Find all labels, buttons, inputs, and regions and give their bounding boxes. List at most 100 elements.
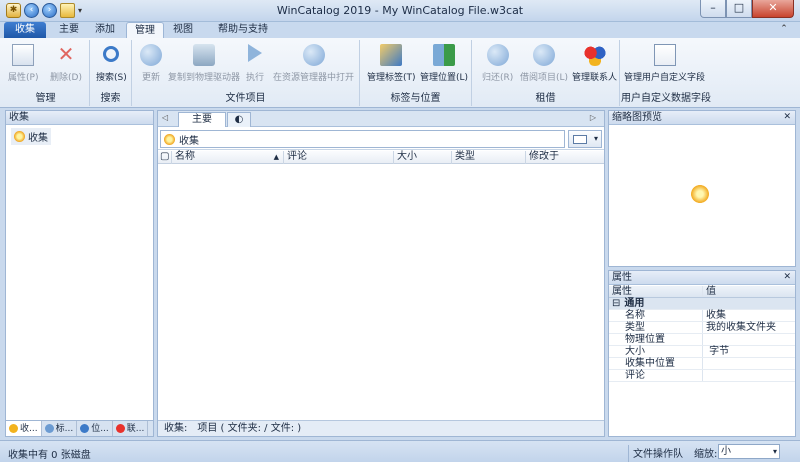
tags-icon	[380, 44, 403, 66]
tab-collection-small[interactable]: 收...	[6, 421, 42, 436]
properties-category-general[interactable]: ⊟ 通用	[609, 298, 795, 310]
ribbon-options-icon[interactable]: ⌃	[778, 24, 790, 36]
property-row[interactable]: 类型 我的收集文件夹	[609, 322, 795, 334]
minimize-button[interactable]: –	[700, 0, 726, 18]
tab-main[interactable]: 主要	[52, 22, 86, 38]
manage-custom-fields-button[interactable]: 管理用户自定义字段	[624, 44, 705, 83]
borrowed-items-button[interactable]: 借阅项目(L)	[520, 44, 568, 83]
type-icon-column[interactable]: ▢	[158, 151, 172, 164]
column-comment[interactable]: 评论	[284, 151, 394, 164]
collection-panel-header: 收集	[6, 111, 153, 125]
property-row[interactable]: 评论	[609, 370, 795, 382]
contacts-icon	[583, 44, 606, 66]
status-bar: 收集中有 0 张磁盘 文件操作队列 缩放: 小 ▾	[0, 440, 800, 462]
properties-button[interactable]: 属性(P)	[8, 44, 38, 83]
column-modified[interactable]: 修改于	[526, 151, 604, 164]
return-button[interactable]: 归还(R)	[482, 44, 513, 83]
file-list-status: 收集: 项目 ( 文件夹: / 文件: )	[158, 420, 604, 436]
update-icon	[140, 44, 162, 66]
delete-button[interactable]: ✕ 删除(D)	[50, 44, 82, 83]
left-panel-tabs: 收... 标... 位... 联...	[6, 420, 153, 436]
collection-star-icon	[9, 424, 18, 433]
manage-contacts-button[interactable]: 管理联系人	[572, 44, 617, 83]
tab-manage[interactable]: 管理	[126, 22, 164, 38]
new-tab-icon[interactable]: ◐	[227, 112, 251, 127]
tab-tags-small[interactable]: 标...	[42, 421, 78, 436]
play-icon	[248, 44, 262, 62]
disk-count-status: 收集中有 0 张磁盘	[8, 450, 91, 461]
manage-locations-button[interactable]: 管理位置(L)	[420, 44, 468, 83]
ribbon: 属性(P) ✕ 删除(D) 管理 搜索(S) 搜索 更新 复制到物理驱动器 执行	[0, 38, 800, 108]
search-icon	[103, 46, 120, 62]
property-row[interactable]: 收集中位置	[609, 358, 795, 370]
group-custom-fields: 管理用户自定义字段 用户自定义数据字段	[620, 40, 712, 106]
collection-star-icon	[14, 131, 25, 142]
maximize-button[interactable]: □	[726, 0, 752, 18]
property-row[interactable]: 大小 字节	[609, 346, 795, 358]
properties-grid: 属性 值 ⊟ 通用 名称 收集 类型 我的收集文件夹 物理位置 大小 字节 收集中…	[609, 286, 795, 382]
return-icon	[486, 44, 509, 66]
column-name[interactable]: 名称 ▲	[172, 151, 284, 164]
tab-main-view[interactable]: 主要	[178, 112, 226, 127]
tab-collection[interactable]: 收集	[4, 22, 46, 38]
group-search-label: 搜索	[100, 93, 121, 104]
window-title: WinCatalog 2019 - My WinCatalog File.w3c…	[276, 4, 524, 17]
collection-star-icon	[691, 185, 709, 203]
tab-contacts-small[interactable]: 联...	[113, 421, 149, 436]
document-tabs: ◁ 主要 ◐ ▷	[158, 111, 604, 127]
group-rental-label: 租借	[535, 93, 556, 104]
open-in-explorer-button[interactable]: 在资源管理器中打开	[273, 44, 354, 83]
tab-help[interactable]: 帮助与支持	[204, 22, 282, 38]
close-thumbnail-panel-icon[interactable]: ✕	[783, 111, 791, 124]
chevron-down-icon: ▾	[772, 447, 777, 456]
search-button[interactable]: 搜索(S)	[96, 44, 127, 83]
collection-panel: 收集 收集 收... 标... 位... 联...	[5, 110, 154, 437]
thumbnail-panel-header: 缩略图预览 ✕	[609, 111, 795, 125]
title-bar: ✱ ‹ › ▾ WinCatalog 2019 - My WinCatalog …	[0, 0, 800, 22]
collection-star-icon	[164, 133, 175, 145]
borrowed-items-icon	[533, 44, 556, 66]
group-manage-label: 管理	[35, 93, 56, 104]
file-list-panel: ◁ 主要 ◐ ▷ 收集 ▾ ▢ 名称 ▲ 评论 大小 类型 修改于 收集: 项目…	[157, 110, 605, 437]
copy-to-drive-button[interactable]: 复制到物理驱动器	[168, 44, 240, 83]
group-rental: 归还(R) 借阅项目(L) 管理联系人 租借	[472, 40, 620, 106]
tab-add[interactable]: 添加	[88, 22, 122, 38]
manage-tags-button[interactable]: 管理标签(T)	[367, 44, 416, 83]
properties-panel: 属性 ✕ 属性 值 ⊟ 通用 名称 收集 类型 我的收集文件夹 物理位置 大小 字…	[608, 270, 796, 437]
property-row[interactable]: 名称 收集	[609, 310, 795, 322]
view-mode-button[interactable]: ▾	[568, 130, 602, 148]
drive-icon	[193, 44, 215, 66]
address-field[interactable]: 收集	[160, 130, 565, 148]
group-file-items-label: 文件项目	[225, 93, 266, 104]
tab-view[interactable]: 视图	[166, 22, 200, 38]
tab-scroll-left-icon[interactable]: ◁	[162, 113, 168, 122]
update-button[interactable]: 更新	[140, 44, 162, 83]
collapse-icon[interactable]: ⊟	[612, 298, 620, 309]
view-mode-icon	[573, 135, 587, 144]
address-bar: 收集 ▾	[158, 128, 604, 150]
custom-fields-icon	[653, 44, 676, 66]
properties-grid-header: 属性 值	[609, 286, 795, 298]
delete-icon: ✕	[57, 42, 75, 66]
close-properties-panel-icon[interactable]: ✕	[783, 271, 791, 284]
tree-item-collection[interactable]: 收集	[11, 128, 51, 145]
file-operation-queue-button[interactable]: 文件操作队列	[628, 445, 688, 462]
group-search: 搜索(S) 搜索	[90, 40, 132, 106]
zoom-select[interactable]: 小 ▾	[718, 444, 780, 459]
explorer-search-icon	[302, 44, 325, 66]
column-size[interactable]: 大小	[394, 151, 452, 164]
column-type[interactable]: 类型	[452, 151, 526, 164]
tab-locations-small[interactable]: 位...	[77, 421, 113, 436]
group-tags-locations-label: 标签与位置	[390, 93, 441, 104]
execute-button[interactable]: 执行	[246, 44, 264, 83]
zoom-label: 缩放:	[694, 449, 718, 460]
tab-scroll-right-icon[interactable]: ▷	[590, 113, 596, 122]
group-custom-fields-label: 用户自定义数据字段	[621, 93, 711, 104]
column-headers: ▢ 名称 ▲ 评论 大小 类型 修改于	[158, 151, 604, 164]
group-tags-locations: 管理标签(T) 管理位置(L) 标签与位置	[360, 40, 472, 106]
property-row[interactable]: 物理位置	[609, 334, 795, 346]
properties-panel-header: 属性 ✕	[609, 271, 795, 285]
contacts-icon	[115, 424, 125, 433]
close-button[interactable]: ✕	[752, 0, 794, 18]
location-icon	[80, 424, 90, 433]
